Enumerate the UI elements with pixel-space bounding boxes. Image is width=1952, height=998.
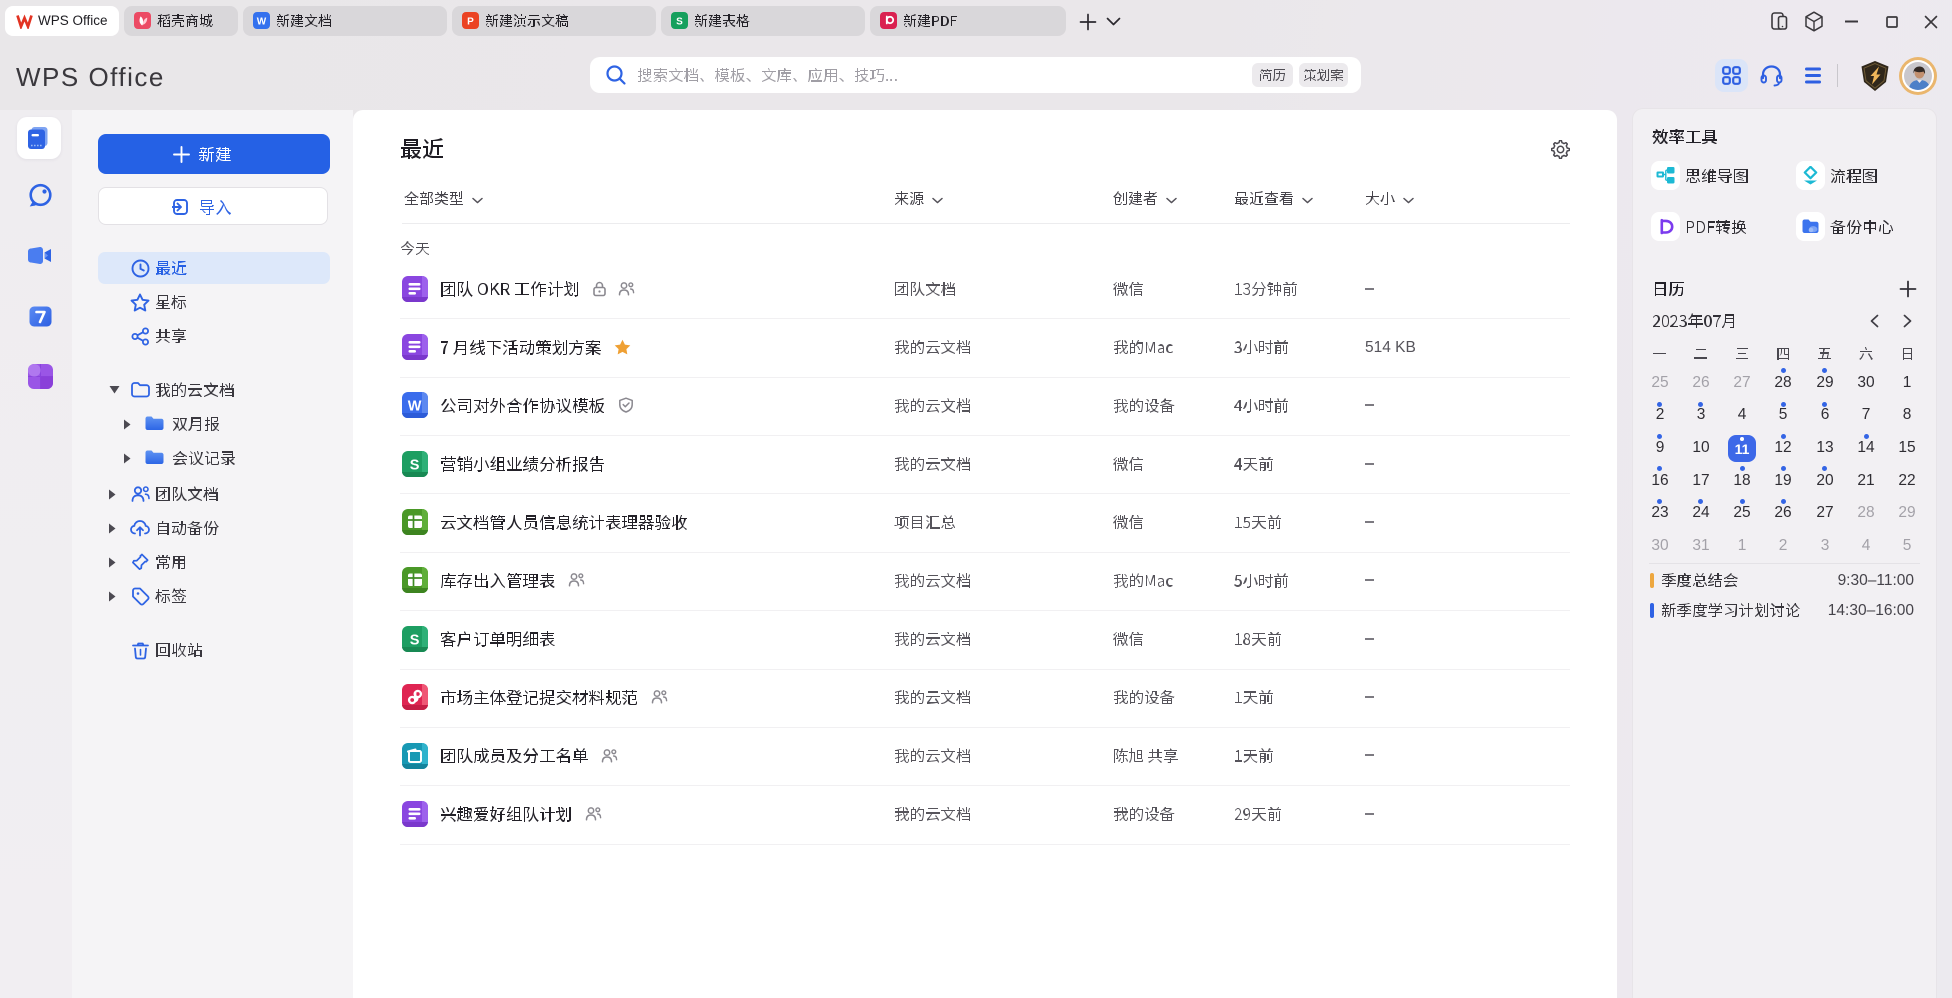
svg-text:W: W [257, 17, 267, 28]
svg-text:P: P [467, 17, 474, 28]
svg-text:S: S [410, 633, 420, 649]
svg-text:S: S [410, 458, 420, 474]
svg-text:W: W [408, 399, 422, 415]
svg-text:S: S [676, 17, 683, 28]
